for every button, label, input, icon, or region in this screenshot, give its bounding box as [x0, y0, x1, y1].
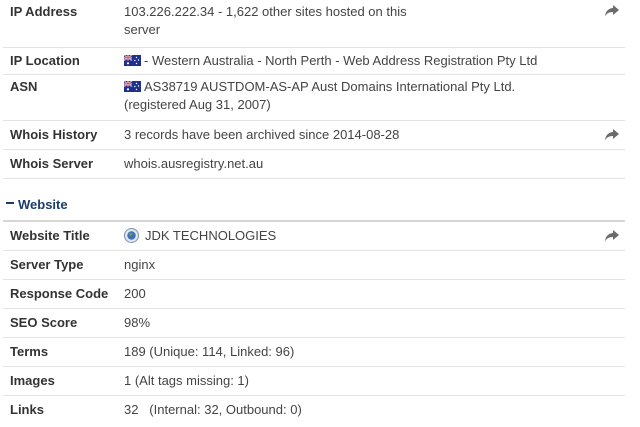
- minus-icon[interactable]: [6, 202, 14, 204]
- row-whois-history: Whois History 3 records have been archiv…: [3, 121, 625, 150]
- terms-label: Terms: [10, 344, 49, 359]
- website-section-title: Website: [18, 197, 68, 212]
- row-terms: Terms 189 (Unique: 114, Linked: 96): [3, 338, 625, 367]
- row-server-type: Server Type nginx: [3, 251, 625, 280]
- response-code-value: 200: [124, 286, 146, 301]
- row-links: Links 32 (Internal: 32, Outbound: 0): [3, 396, 625, 425]
- ip-location-value: - Western Australia - North Perth - Web …: [124, 52, 604, 70]
- australia-flag-icon: [124, 55, 141, 66]
- images-label: Images: [10, 373, 55, 388]
- ip-location-label: IP Location: [10, 53, 80, 68]
- ip-location-text: - Western Australia - North Perth - Web …: [144, 53, 538, 68]
- whois-server-value: whois.ausregistry.net.au: [124, 156, 264, 171]
- whois-history-label: Whois History: [10, 127, 98, 142]
- images-value: 1 (Alt tags missing: 1): [124, 373, 249, 388]
- row-whois-server: Whois Server whois.ausregistry.net.au: [3, 150, 625, 179]
- terms-value: 189 (Unique: 114, Linked: 96): [124, 344, 295, 359]
- server-type-label: Server Type: [10, 257, 84, 272]
- whois-server-label: Whois Server: [10, 156, 94, 171]
- asn-value-line1: AS38719 AUSTDOM-AS-AP Aust Domains Inter…: [144, 79, 516, 94]
- website-title-label: Website Title: [10, 228, 90, 243]
- seo-score-label: SEO Score: [10, 315, 78, 330]
- row-response-code: Response Code 200: [3, 280, 625, 309]
- share-arrow-icon[interactable]: [605, 129, 619, 141]
- row-asn: ASN AS38719 AUSTDOM-AS-AP Aust Domains I…: [3, 75, 625, 121]
- asn-value-line2: (registered Aug 31, 2007): [124, 97, 271, 112]
- asn-label: ASN: [10, 79, 38, 94]
- row-ip-location: IP Location - Western Australia - North …: [3, 48, 625, 75]
- ip-address-label: IP Address: [10, 4, 78, 19]
- website-title-text: JDK TECHNOLOGIES: [145, 228, 277, 243]
- row-website-title: Website Title JDK TECHNOLOGIES: [3, 222, 625, 251]
- links-label: Links: [10, 402, 44, 417]
- row-ip-address: IP Address 103.226.222.34 - 1,622 other …: [3, 0, 625, 48]
- server-type-value: nginx: [124, 257, 156, 272]
- row-images: Images 1 (Alt tags missing: 1): [3, 367, 625, 396]
- globe-icon: [124, 228, 139, 243]
- website-section-header[interactable]: Website: [3, 188, 625, 222]
- ip-address-value: 103.226.222.34 - 1,622 other sites hoste…: [124, 3, 584, 39]
- ip-address-value-line2: server: [124, 22, 161, 37]
- share-arrow-icon[interactable]: [605, 5, 619, 17]
- row-seo-score: SEO Score 98%: [3, 309, 625, 338]
- domain-info-panel: IP Address 103.226.222.34 - 1,622 other …: [3, 0, 625, 425]
- whois-history-value: 3 records have been archived since 2014-…: [124, 127, 400, 142]
- share-arrow-icon[interactable]: [605, 230, 619, 242]
- ip-address-value-line1: 103.226.222.34 - 1,622 other sites hoste…: [124, 4, 407, 19]
- asn-value: AS38719 AUSTDOM-AS-AP Aust Domains Inter…: [124, 78, 604, 114]
- australia-flag-icon: [124, 81, 141, 92]
- website-title-value: JDK TECHNOLOGIES: [124, 227, 584, 245]
- seo-score-value: 98%: [124, 315, 151, 330]
- response-code-label: Response Code: [10, 286, 109, 301]
- links-value: 32 (Internal: 32, Outbound: 0): [124, 402, 302, 417]
